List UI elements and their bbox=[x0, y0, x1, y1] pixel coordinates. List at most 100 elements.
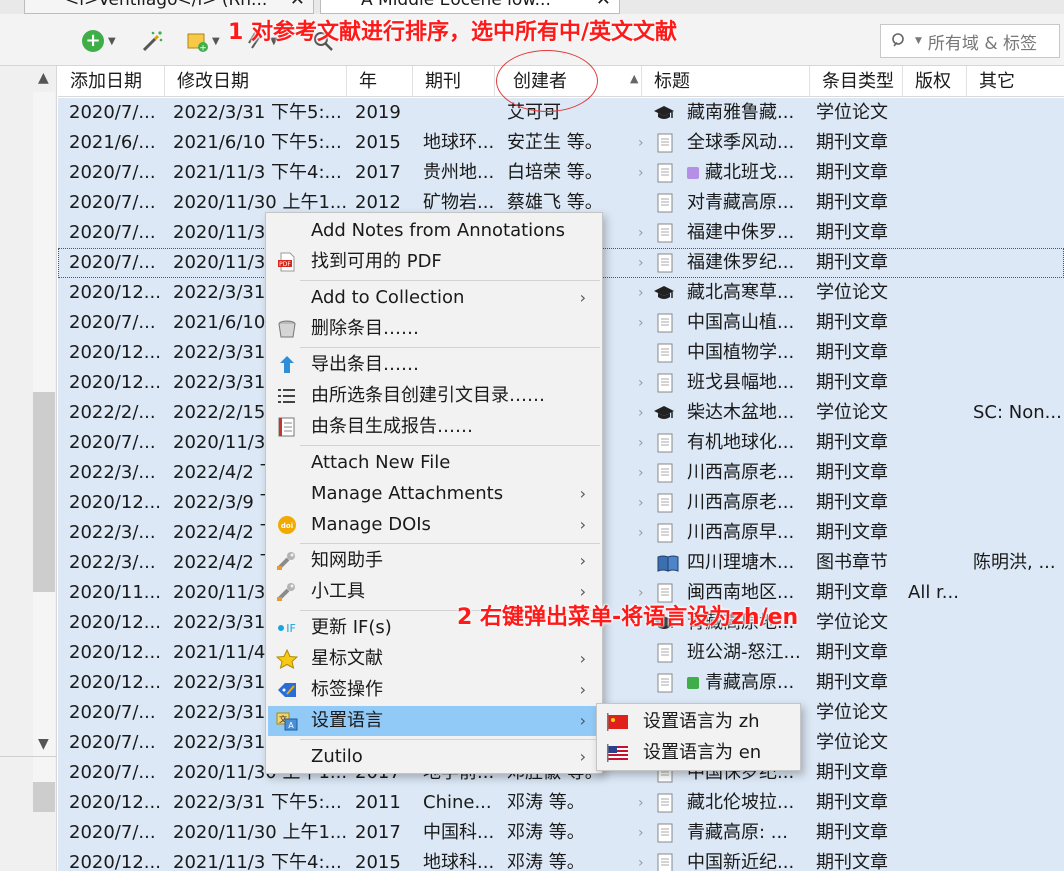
menu-item[interactable]: PDF 找到可用的 PDF bbox=[268, 247, 600, 277]
chevron-right-icon[interactable]: › bbox=[638, 368, 644, 398]
column-publication[interactable]: 期刊 bbox=[413, 66, 495, 97]
cell-title: 班公湖-怒江... bbox=[687, 638, 812, 668]
cell-year: 2011 bbox=[355, 792, 401, 813]
new-note-button[interactable]: + ▼ bbox=[186, 28, 220, 54]
journal-article-icon bbox=[656, 523, 674, 543]
chevron-right-icon[interactable]: › bbox=[638, 818, 644, 848]
cell-item-type: 学位论文 bbox=[816, 612, 888, 633]
menu-item[interactable]: 导出条目…… bbox=[268, 350, 600, 380]
export-arrow-icon bbox=[276, 355, 298, 375]
table-row[interactable]: 2020/12... 2022/3/31 下午5:... 2011 Chine... 邓… bbox=[58, 788, 1064, 818]
chevron-right-icon[interactable]: › bbox=[638, 458, 644, 488]
cell-rights bbox=[908, 668, 968, 698]
cell-extra bbox=[973, 608, 1064, 638]
chevron-right-icon[interactable]: › bbox=[638, 488, 644, 518]
cell-publication: 中国科... bbox=[423, 822, 495, 843]
menu-item-set-language-en[interactable]: 设置语言为 en bbox=[599, 738, 799, 768]
scrollbar-thumb[interactable] bbox=[33, 392, 55, 592]
add-by-identifier-button[interactable] bbox=[140, 28, 164, 54]
cell-title: 藏北伦坡拉... bbox=[687, 788, 812, 818]
wrench-icon bbox=[276, 551, 298, 571]
chevron-down-icon[interactable]: ▼ bbox=[38, 736, 49, 752]
chevron-right-icon[interactable]: › bbox=[638, 848, 644, 871]
menu-item[interactable]: Add Notes from Annotations bbox=[268, 216, 600, 246]
chevron-right-icon[interactable]: › bbox=[638, 128, 644, 158]
menu-item[interactable]: Add to Collection › bbox=[268, 283, 600, 313]
cell-date-added: 2020/11... bbox=[69, 582, 161, 603]
trash-icon bbox=[276, 319, 298, 339]
cell-item-type: 学位论文 bbox=[816, 102, 888, 123]
close-icon[interactable]: ✕ bbox=[596, 0, 611, 9]
column-item-type[interactable]: 条目类型 bbox=[810, 66, 903, 97]
chevron-up-icon[interactable]: ▲ bbox=[38, 70, 49, 86]
scrollbar-thumb[interactable] bbox=[33, 782, 55, 812]
cell-item-type: 学位论文 bbox=[816, 282, 888, 303]
search-input[interactable]: ▼ 所有域 & 标签 bbox=[880, 24, 1060, 58]
menu-item[interactable]: Attach New File bbox=[268, 448, 600, 478]
table-row[interactable]: 2020/12... 2021/11/3 下午4:... 2015 地球科... 邓涛 … bbox=[58, 848, 1064, 871]
cell-date-added: 2021/6/... bbox=[69, 132, 156, 153]
cell-year: 2015 bbox=[355, 132, 401, 153]
journal-article-icon bbox=[656, 163, 674, 183]
chevron-down-icon: ▼ bbox=[212, 35, 220, 47]
menu-item[interactable]: 由条目生成报告…… bbox=[268, 412, 600, 442]
cell-title: 有机地球化... bbox=[687, 428, 812, 458]
cell-date-added: 2020/7/... bbox=[69, 732, 156, 753]
chevron-right-icon[interactable]: › bbox=[638, 158, 644, 188]
cell-item-type: 期刊文章 bbox=[816, 522, 888, 543]
menu-item[interactable]: 标签操作 › bbox=[268, 675, 600, 705]
menu-item[interactable]: 文 A 设置语言 › bbox=[268, 706, 600, 736]
cell-title: 青藏高原... bbox=[687, 668, 812, 698]
tab-middle-eocene[interactable]: A Middle Eocene low... ✕ bbox=[320, 0, 620, 14]
cell-extra bbox=[973, 698, 1064, 728]
chevron-right-icon[interactable]: › bbox=[638, 788, 644, 818]
chevron-right-icon[interactable]: › bbox=[638, 398, 644, 428]
menu-item[interactable]: 由所选条目创建引文目录…… bbox=[268, 381, 600, 411]
column-date-modified[interactable]: 修改日期 bbox=[165, 66, 347, 97]
column-date-added[interactable]: 添加日期 bbox=[58, 66, 165, 97]
menu-item-set-language-zh[interactable]: 设置语言为 zh bbox=[599, 707, 799, 737]
cell-rights bbox=[908, 488, 968, 518]
cell-rights bbox=[908, 188, 968, 218]
if-icon: IF bbox=[276, 618, 298, 638]
chevron-right-icon[interactable]: › bbox=[638, 278, 644, 308]
chevron-right-icon[interactable]: › bbox=[638, 248, 644, 278]
table-row[interactable]: 2021/6/... 2021/6/10 下午5:... 2015 地球环... 安芷生… bbox=[58, 128, 1064, 158]
cell-date-added: 2020/12... bbox=[69, 372, 161, 393]
cell-item-type: 期刊文章 bbox=[816, 222, 888, 243]
menu-separator bbox=[300, 347, 600, 348]
cell-rights bbox=[908, 848, 968, 871]
menu-item[interactable]: 删除条目…… bbox=[268, 314, 600, 344]
cell-title: 福建侏罗纪... bbox=[687, 248, 812, 278]
cell-title: 福建中侏罗... bbox=[687, 218, 812, 248]
language-submenu: 设置语言为 zh 设置语言为 en bbox=[596, 703, 801, 771]
close-icon[interactable]: ✕ bbox=[290, 0, 305, 9]
cell-year: 2019 bbox=[355, 102, 401, 123]
collections-pane-edge: ▲ ▼ bbox=[0, 66, 57, 871]
chevron-right-icon: › bbox=[579, 551, 586, 570]
column-extra[interactable]: 其它 bbox=[967, 66, 1064, 97]
table-row[interactable]: 2020/7/... 2020/11/30 上午1... 2017 中国科... 邓涛 … bbox=[58, 818, 1064, 848]
table-row[interactable]: 2020/7/... 2021/11/3 下午4:... 2017 贵州地... 白培荣… bbox=[58, 158, 1064, 188]
tag-color-icon bbox=[687, 167, 699, 179]
title-text: 四川理塘木... bbox=[687, 552, 795, 573]
cell-item-type: 期刊文章 bbox=[816, 252, 888, 273]
tab-ventilago[interactable]: <i>Ventilago</i> (Rh... ✕ bbox=[24, 0, 314, 14]
chevron-right-icon[interactable]: › bbox=[638, 428, 644, 458]
wrench-icon bbox=[276, 582, 298, 602]
chevron-right-icon[interactable]: › bbox=[638, 308, 644, 338]
menu-item[interactable]: doi Manage DOIs › bbox=[268, 510, 600, 540]
menu-item[interactable]: Zutilo › bbox=[268, 742, 600, 772]
column-title[interactable]: 标题 bbox=[642, 66, 810, 97]
cell-date-added: 2022/3/... bbox=[69, 462, 156, 483]
menu-item-label: Manage Attachments bbox=[311, 483, 504, 504]
chevron-right-icon[interactable]: › bbox=[638, 518, 644, 548]
menu-item[interactable]: Manage Attachments › bbox=[268, 479, 600, 509]
chevron-right-icon[interactable]: › bbox=[638, 218, 644, 248]
menu-item-label: 导出条目…… bbox=[311, 354, 419, 375]
menu-item[interactable]: 知网助手 › bbox=[268, 546, 600, 576]
menu-item[interactable]: 星标文献 › bbox=[268, 644, 600, 674]
new-item-button[interactable]: + ▼ bbox=[82, 28, 116, 54]
column-year[interactable]: 年 bbox=[347, 66, 413, 97]
column-rights[interactable]: 版权 bbox=[903, 66, 967, 97]
